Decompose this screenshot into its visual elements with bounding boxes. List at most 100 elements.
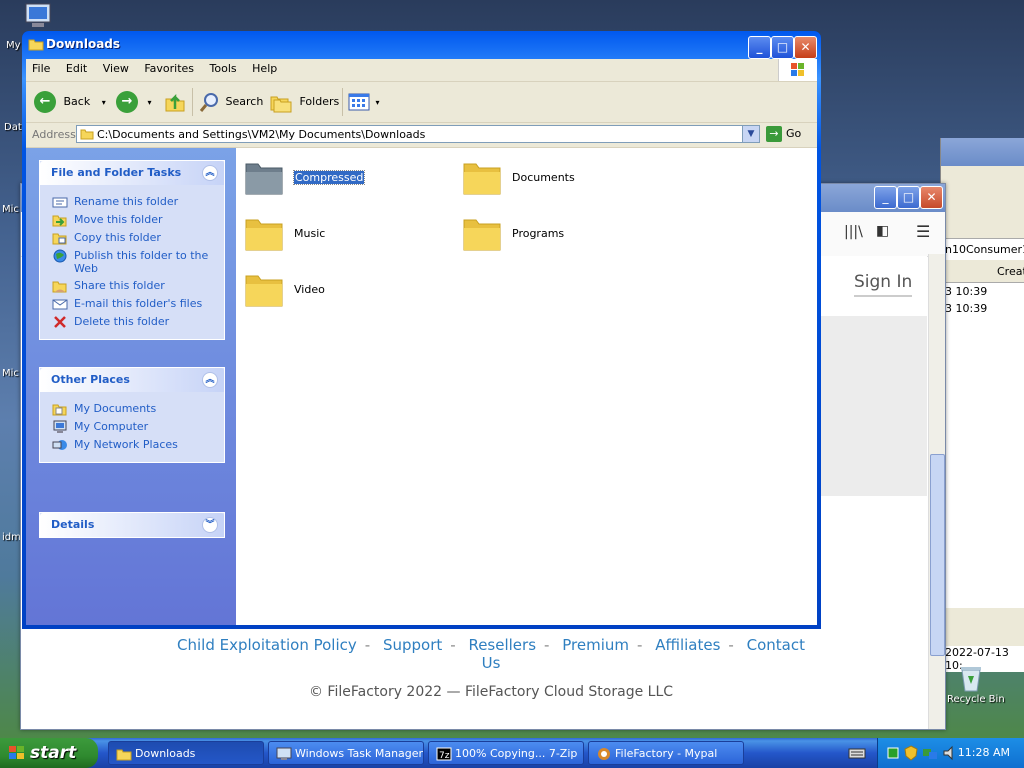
folder-item-music[interactable]: Music: [244, 214, 325, 252]
library-icon[interactable]: |||\: [844, 224, 863, 240]
up-folder-icon: [165, 93, 185, 112]
desktop-icon-label: Dat: [4, 122, 22, 133]
taskbar: start Downloads Windows Task Manager 7z …: [0, 738, 1024, 768]
keyboard-icon[interactable]: [848, 746, 866, 760]
browser-scrollbar[interactable]: [928, 254, 945, 729]
task-rename-folder[interactable]: Rename this folder: [52, 195, 224, 209]
place-my-computer[interactable]: My Computer: [52, 420, 224, 434]
sidebar-icon[interactable]: ◧: [876, 223, 889, 239]
search-button[interactable]: Search: [198, 90, 263, 114]
my-computer-icon: [53, 420, 67, 433]
footer-link-child-policy[interactable]: Child Exploitation Policy: [177, 636, 357, 654]
folder-item-video[interactable]: Video: [244, 270, 325, 308]
recycle-bin[interactable]: [958, 664, 984, 695]
file-folder-tasks-panel: File and Folder Tasks ︽ Rename this fold…: [39, 160, 225, 340]
taskbar-item-7zip[interactable]: 7z 100% Copying... 7-Zip: [428, 741, 584, 765]
browser-minimize-button[interactable]: _: [874, 186, 897, 209]
forward-dropdown-icon[interactable]: ▾: [148, 98, 152, 107]
footer-copyright: © FileFactory 2022 — FileFactory Cloud S…: [308, 684, 674, 700]
taskbar-item-task-manager[interactable]: Windows Task Manager: [268, 741, 424, 765]
folder-item-compressed[interactable]: Compressed: [244, 158, 366, 196]
standard-toolbar: ← Back ▾ → ▾ Search Folders ▾: [26, 82, 817, 123]
task-manager-date: 2022-07-13 10:: [945, 646, 1024, 672]
taskbar-item-downloads[interactable]: Downloads: [108, 741, 264, 765]
menu-favorites[interactable]: Favorites: [138, 59, 200, 75]
menu-view[interactable]: View: [97, 59, 135, 75]
up-folder-button[interactable]: [164, 90, 186, 114]
forward-button[interactable]: → ▾: [116, 90, 152, 114]
clock[interactable]: 11:28 AM: [958, 746, 1010, 759]
folder-contents: Compressed Documents Music Programs Vide…: [236, 148, 817, 625]
menu-edit[interactable]: Edit: [60, 59, 93, 75]
menu-help[interactable]: Help: [246, 59, 283, 75]
place-network-places[interactable]: My Network Places: [52, 438, 224, 452]
footer-link-affiliates[interactable]: Affiliates: [655, 636, 720, 654]
maximize-button[interactable]: □: [771, 36, 794, 59]
collapse-chevron-icon[interactable]: ︽: [202, 372, 218, 388]
menu-icon[interactable]: ☰: [916, 222, 930, 241]
task-email-files[interactable]: E-mail this folder's files: [52, 297, 224, 311]
folders-button[interactable]: Folders: [270, 90, 339, 114]
collapse-chevron-icon[interactable]: ︽: [202, 165, 218, 181]
close-button[interactable]: ✕: [794, 36, 817, 59]
expand-chevron-icon[interactable]: ︾: [202, 517, 218, 533]
taskbar-item-mypal[interactable]: FileFactory - Mypal: [588, 741, 744, 765]
folder-icon: [116, 749, 132, 761]
views-dropdown-icon[interactable]: ▾: [376, 98, 380, 107]
windows-logo-icon: [9, 746, 24, 759]
panel-header[interactable]: Details ︾: [40, 513, 224, 537]
address-input[interactable]: C:\Documents and Settings\VM2\My Documen…: [76, 125, 760, 143]
search-icon: [199, 93, 218, 112]
task-manager-titlebar[interactable]: [941, 138, 1024, 166]
network-icon[interactable]: [886, 746, 900, 760]
task-delete-folder[interactable]: Delete this folder: [52, 315, 224, 329]
scrollbar-thumb[interactable]: [930, 454, 945, 656]
menu-file[interactable]: File: [26, 59, 56, 75]
back-arrow-icon: ←: [34, 91, 56, 113]
task-manager-icon: [276, 747, 292, 760]
publish-icon: [53, 249, 67, 263]
footer-link-resellers[interactable]: Resellers: [468, 636, 536, 654]
place-my-documents[interactable]: My Documents: [52, 402, 224, 416]
task-manager-column[interactable]: Creat: [997, 265, 1024, 278]
rename-icon: [52, 197, 68, 208]
folder-item-documents[interactable]: Documents: [462, 158, 575, 196]
footer-link-support[interactable]: Support: [383, 636, 442, 654]
my-computer-icon: [25, 3, 51, 27]
explorer-window[interactable]: Downloads _ □ ✕ File Edit View Favorites…: [22, 31, 821, 629]
start-button[interactable]: start: [0, 738, 98, 768]
folder-icon: [80, 129, 94, 140]
task-copy-folder[interactable]: Copy this folder: [52, 231, 224, 245]
copy-icon: [52, 233, 67, 245]
recycle-bin-icon: [961, 667, 981, 692]
minimize-button[interactable]: _: [748, 36, 771, 59]
sign-in-link[interactable]: Sign In: [854, 272, 913, 297]
folder-icon: [245, 275, 283, 307]
footer-link-premium[interactable]: Premium: [562, 636, 629, 654]
back-dropdown-icon[interactable]: ▾: [102, 98, 106, 107]
folder-item-programs[interactable]: Programs: [462, 214, 564, 252]
task-manager-header: n10Consumer18: [945, 243, 1024, 256]
views-button[interactable]: ▾: [348, 90, 380, 114]
forward-arrow-icon: →: [116, 91, 138, 113]
folder-icon: [463, 163, 501, 195]
desktop-icon-label: My: [6, 40, 21, 51]
volume-icon[interactable]: [942, 745, 958, 761]
go-arrow-icon: →: [766, 126, 782, 142]
connection-icon[interactable]: [922, 745, 938, 761]
menu-tools[interactable]: Tools: [204, 59, 243, 75]
security-shield-icon[interactable]: [904, 745, 918, 761]
address-dropdown-icon[interactable]: ▼: [742, 126, 759, 142]
task-move-folder[interactable]: Move this folder: [52, 213, 224, 227]
task-publish-folder[interactable]: Publish this folder to the Web: [52, 249, 224, 275]
back-button[interactable]: ← Back ▾: [34, 90, 106, 114]
task-manager-window[interactable]: n10Consumer18 Creat 3 10:39 3 10:39 2022…: [940, 138, 1024, 672]
browser-maximize-button[interactable]: □: [897, 186, 920, 209]
desktop-icon-my-computer[interactable]: [22, 2, 56, 32]
recycle-bin-label: Recycle Bin: [947, 694, 1005, 705]
panel-header[interactable]: Other Places ︽: [40, 368, 224, 392]
go-button[interactable]: → Go: [766, 126, 801, 142]
task-share-folder[interactable]: Share this folder: [52, 279, 224, 293]
panel-header[interactable]: File and Folder Tasks ︽: [40, 161, 224, 185]
browser-close-button[interactable]: ✕: [920, 186, 943, 209]
